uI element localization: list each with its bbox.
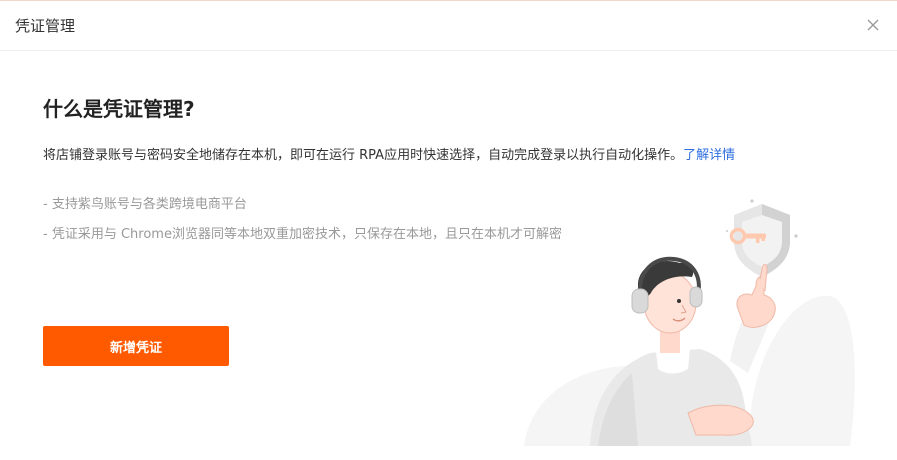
sparkle-dot (794, 234, 798, 238)
feature-bullet-1: - 支持紫鸟账号与各类跨境电商平台 (43, 197, 247, 212)
description-text: 将店铺登录账号与密码安全地储存在本机，即可在运行 RPA应用时快速选择，自动完成… (43, 146, 735, 166)
credential-dialog: 凭证管理 什么是凭证管理? 将店铺登录账号与密码安全地储存在本机，即可在运行 R… (0, 0, 897, 460)
learn-more-link[interactable]: 了解详情 (683, 148, 735, 163)
close-icon (867, 19, 879, 31)
feature-bullet-2: - 凭证采用与 Chrome浏览器同等本地双重加密技术，只保存在本地，且只在本机… (43, 227, 562, 242)
person-neck (660, 331, 680, 353)
add-credential-button[interactable]: 新增凭证 (43, 326, 229, 366)
close-button[interactable] (865, 17, 881, 33)
sparkle-dot (750, 199, 754, 203)
sparkle-cross (726, 230, 728, 232)
person-eye (677, 299, 681, 303)
dialog-header: 凭证管理 (0, 1, 897, 51)
dialog-title: 凭证管理 (15, 17, 76, 35)
page-heading: 什么是凭证管理? (43, 97, 195, 121)
security-illustration (524, 199, 855, 446)
resting-hand (687, 404, 754, 436)
description-body: 将店铺登录账号与密码安全地储存在本机，即可在运行 RPA应用时快速选择，自动完成… (43, 148, 684, 163)
